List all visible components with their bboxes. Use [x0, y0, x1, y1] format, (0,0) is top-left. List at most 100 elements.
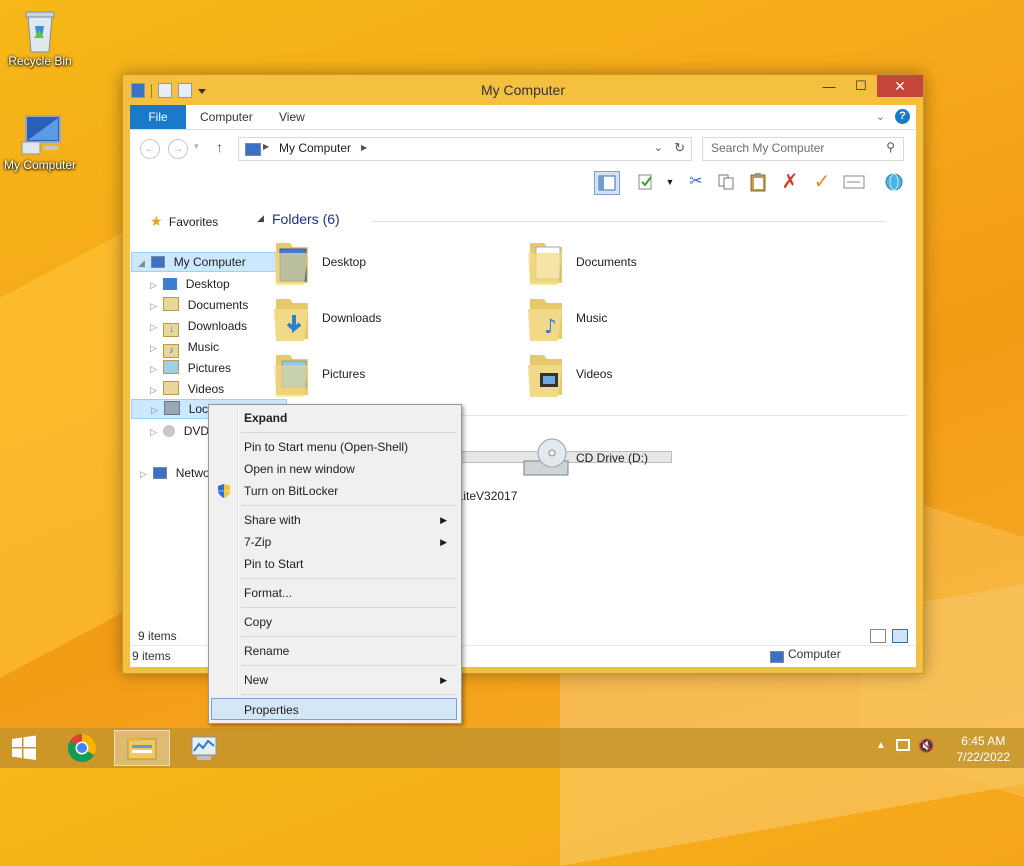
music-folder-icon: ♪ [528, 299, 562, 341]
nav-desktop[interactable]: ▷ Desktop [150, 274, 230, 294]
cd-drive[interactable]: CD Drive (D:) [522, 435, 742, 485]
properties-icon[interactable] [634, 171, 658, 193]
nav-music[interactable]: ▷ ♪ Music [150, 337, 220, 358]
close-button[interactable]: ✕ [877, 75, 923, 97]
large-icons-view-icon[interactable] [892, 629, 908, 643]
menu-item-open-new-window[interactable]: Open in new window [211, 458, 457, 480]
address-bar[interactable]: ▶ My Computer ▶ ⌄ ↻ [238, 137, 692, 161]
svg-text:♪: ♪ [544, 314, 557, 338]
nav-my-computer[interactable]: ◢ My Computer [131, 252, 287, 272]
windows-logo-icon [12, 735, 36, 760]
expand-arrow-icon[interactable]: ▷ [150, 380, 160, 400]
tab-file[interactable]: File [130, 105, 186, 129]
menu-item-7zip[interactable]: 7-Zip ▶ [211, 531, 457, 553]
expand-arrow-icon[interactable]: ▷ [150, 338, 160, 358]
delete-icon[interactable]: ✗ [778, 171, 802, 193]
menu-item-share-with[interactable]: Share with ▶ [211, 509, 457, 531]
globe-icon[interactable] [882, 171, 906, 193]
desktop-icon-my-computer[interactable]: My Computer [0, 112, 80, 172]
forward-button[interactable]: → [168, 139, 188, 159]
help-icon[interactable]: ? [895, 109, 910, 124]
start-button[interactable] [0, 730, 48, 766]
folder-downloads-label: Downloads [322, 311, 382, 325]
expand-arrow-icon[interactable]: ▷ [150, 275, 160, 295]
tab-computer[interactable]: Computer [200, 105, 253, 129]
expand-arrow-icon[interactable]: ▷ [150, 359, 160, 379]
expand-arrow-icon[interactable]: ▷ [140, 464, 150, 484]
nav-dvd-label: DVD [183, 424, 210, 438]
taskbar-chrome[interactable] [54, 730, 110, 766]
menu-item-bitlocker[interactable]: Turn on BitLocker [211, 480, 457, 502]
folder-documents[interactable]: Documents [526, 239, 746, 289]
breadcrumb[interactable]: My Computer [279, 141, 351, 155]
ribbon-expand-chevron-icon[interactable]: ⌄ [876, 110, 885, 123]
folder-videos[interactable]: Videos [526, 351, 746, 401]
menu-item-new[interactable]: New ▶ [211, 669, 457, 691]
folder-downloads[interactable]: Downloads [272, 295, 492, 345]
network-tray-icon[interactable] [896, 739, 910, 751]
nav-pictures[interactable]: ▷ Pictures [150, 358, 231, 378]
collapse-group-icon[interactable]: ◢ [257, 213, 264, 224]
folder-desktop[interactable]: Desktop [272, 239, 492, 289]
downloads-folder-icon: ↓ [163, 323, 180, 337]
copy-icon[interactable] [714, 171, 738, 193]
taskbar-performance-monitor[interactable] [176, 730, 232, 766]
clock[interactable]: 6:45 AM 7/22/2022 [957, 733, 1010, 765]
search-icon[interactable]: ⚲ [886, 140, 895, 154]
expand-arrow-icon[interactable]: ▷ [150, 317, 160, 337]
computer-icon [20, 112, 61, 156]
up-button[interactable]: ↑ [216, 139, 223, 155]
system-tray: ▲ 🔇 6:45 AM 7/22/2022 [864, 728, 1024, 768]
status-item-count: 9 items [132, 649, 171, 663]
recent-locations-chevron-icon[interactable]: ▾ [194, 141, 199, 152]
nav-music-label: Music [187, 340, 220, 354]
preview-pane-icon[interactable] [594, 171, 620, 195]
menu-item-pin-to-start[interactable]: Pin to Start [211, 553, 457, 575]
breadcrumb-chevron-icon[interactable]: ▶ [361, 143, 367, 152]
cd-drive-icon [523, 438, 569, 476]
volume-muted-icon[interactable]: 🔇 [918, 738, 934, 754]
details-view-icon[interactable] [870, 629, 886, 643]
desktop-icon-label: My Computer [3, 158, 77, 172]
search-input[interactable]: Search My Computer ⚲ [702, 137, 904, 161]
expand-arrow-icon[interactable]: ▷ [151, 401, 161, 419]
refresh-icon[interactable]: ↻ [674, 140, 685, 156]
nav-videos[interactable]: ▷ Videos [150, 379, 224, 399]
menu-item-properties[interactable]: Properties [211, 698, 457, 720]
nav-documents[interactable]: ▷ Documents [150, 295, 248, 315]
title-bar[interactable]: My Computer — ☐ ✕ [123, 75, 923, 105]
show-hidden-icons-icon[interactable]: ▲ [876, 740, 886, 751]
paste-icon[interactable] [746, 171, 770, 193]
window-title: My Computer [480, 82, 566, 98]
cut-icon[interactable]: ✂ [684, 171, 708, 193]
menu-item-format[interactable]: Format... [211, 582, 457, 604]
menu-item-rename[interactable]: Rename [211, 640, 457, 662]
menu-item-pin-start-menu[interactable]: Pin to Start menu (Open-Shell) [211, 436, 457, 458]
back-button[interactable]: ← [140, 139, 160, 159]
menu-item-expand[interactable]: Expand [211, 407, 457, 429]
desktop-folder-icon [274, 243, 308, 285]
checkmark-icon[interactable]: ✓ [810, 171, 834, 193]
folder-music[interactable]: ♪ Music [526, 295, 746, 345]
nav-favorites[interactable]: ★ Favorites [150, 211, 218, 231]
nav-downloads[interactable]: ▷ ↓ Downloads [150, 316, 247, 337]
folders-group-header[interactable]: Folders (6) [272, 211, 340, 227]
view-dropdown-icon[interactable]: ▼ [658, 171, 682, 193]
expand-arrow-icon[interactable]: ▷ [150, 422, 160, 442]
folder-pictures[interactable]: Pictures [272, 351, 492, 401]
minimize-button[interactable]: — [813, 75, 845, 97]
expand-arrow-icon[interactable]: ▷ [150, 296, 160, 316]
taskbar-file-explorer[interactable] [114, 730, 170, 766]
nav-dvd[interactable]: ▷ DVD [150, 421, 209, 441]
menu-item-copy[interactable]: Copy [211, 611, 457, 633]
rename-icon[interactable] [842, 171, 866, 193]
maximize-button[interactable]: ☐ [845, 75, 877, 97]
address-dropdown-icon[interactable]: ⌄ [654, 141, 663, 154]
submenu-arrow-icon: ▶ [440, 537, 447, 547]
toolbar: ▼ ✂ ✗ ✓ [130, 167, 916, 197]
desktop-icon-recycle-bin[interactable]: Recycle Bin [0, 8, 80, 68]
clock-date: 7/22/2022 [956, 750, 1010, 764]
tab-view[interactable]: View [279, 105, 305, 129]
collapse-arrow-icon[interactable]: ◢ [138, 254, 148, 272]
pictures-folder-icon [274, 355, 308, 397]
